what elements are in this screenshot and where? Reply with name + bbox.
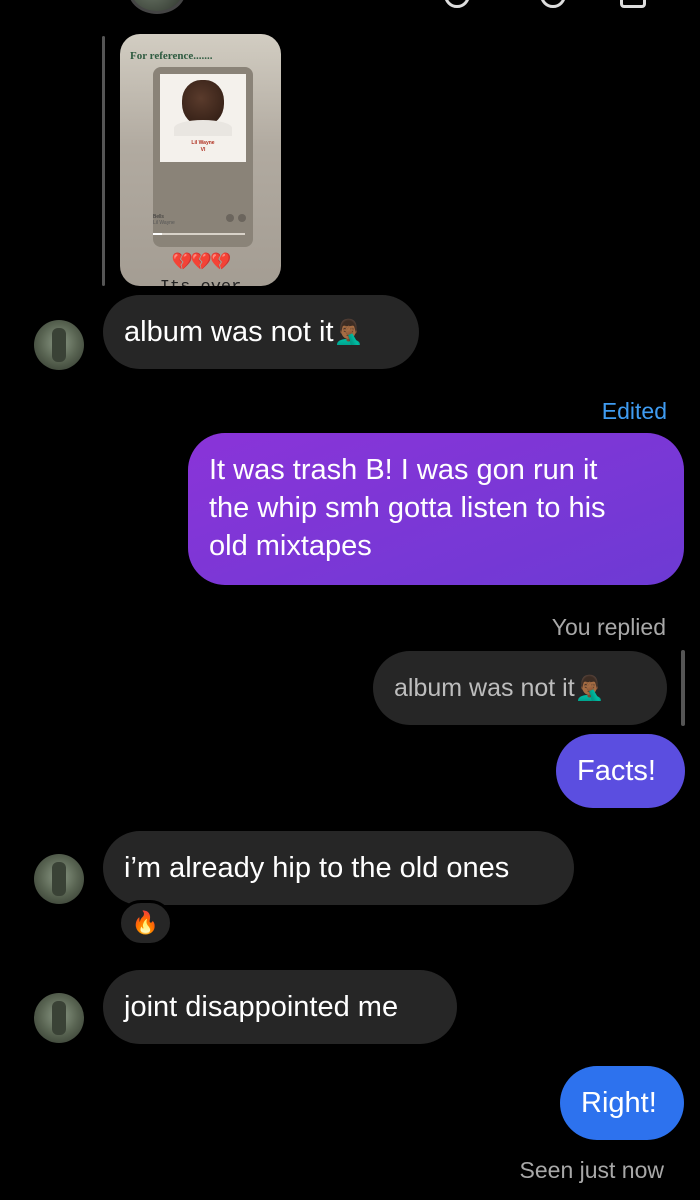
facepalm-emoji: 🤦🏾‍♂️	[333, 318, 364, 346]
message-text: Facts!	[577, 754, 656, 787]
album-cover-shirt	[174, 120, 232, 136]
message-line: old mixtapes	[209, 530, 372, 562]
story-hearts: 💔💔💔	[171, 252, 232, 271]
story-caption: Its over	[120, 278, 281, 286]
player-info-icon	[238, 214, 246, 222]
player-artist: Lil Wayne	[153, 220, 175, 226]
player-progress-bar	[153, 233, 245, 235]
seen-status: Seen just now	[519, 1157, 664, 1183]
incoming-message[interactable]: album was not it 🤦🏾‍♂️	[103, 295, 419, 369]
info-icon[interactable]	[620, 0, 646, 8]
quoted-text: album was not it	[394, 673, 575, 702]
outgoing-message[interactable]: It was trash B! I was gon run it the whi…	[188, 433, 684, 585]
edited-label: Edited	[601, 398, 667, 424]
scrollbar[interactable]	[681, 650, 685, 726]
incoming-message[interactable]: i’m already hip to the old ones	[103, 831, 574, 905]
message-text: joint disappointed me	[124, 990, 399, 1023]
album-title-label: VI	[200, 147, 206, 153]
player-more-icon	[226, 214, 234, 222]
album-artist-label: Lil Wayne	[191, 140, 215, 146]
message-text: Right!	[581, 1086, 657, 1119]
quoted-reply[interactable]: album was not it 🤦🏾‍♂️	[373, 651, 667, 725]
message-text: album was not it	[124, 315, 334, 348]
sender-avatar[interactable]	[34, 854, 84, 904]
message-text: i’m already hip to the old ones	[124, 851, 510, 884]
call-icon[interactable]	[444, 0, 470, 8]
video-icon[interactable]	[540, 0, 566, 8]
outgoing-message[interactable]: Facts!	[556, 734, 685, 808]
header-avatar[interactable]	[128, 0, 186, 14]
message-line: the whip smh gotta listen to his	[209, 492, 606, 524]
album-cover: Lil Wayne VI	[160, 74, 246, 162]
facepalm-emoji: 🤦🏾‍♂️	[574, 674, 605, 702]
story-card[interactable]: For reference....... Lil Wayne VI Bells …	[120, 34, 281, 286]
outgoing-message[interactable]: Right!	[560, 1066, 684, 1140]
story-reply-line	[102, 36, 105, 286]
sender-avatar[interactable]	[34, 320, 84, 370]
message-line: It was trash B! I was gon run it	[209, 454, 598, 486]
story-title: For reference.......	[130, 50, 213, 62]
sender-avatar[interactable]	[34, 993, 84, 1043]
replied-label: You replied	[551, 614, 666, 640]
fire-reaction-icon[interactable]: 🔥	[118, 900, 173, 946]
incoming-message[interactable]: joint disappointed me	[103, 970, 457, 1044]
